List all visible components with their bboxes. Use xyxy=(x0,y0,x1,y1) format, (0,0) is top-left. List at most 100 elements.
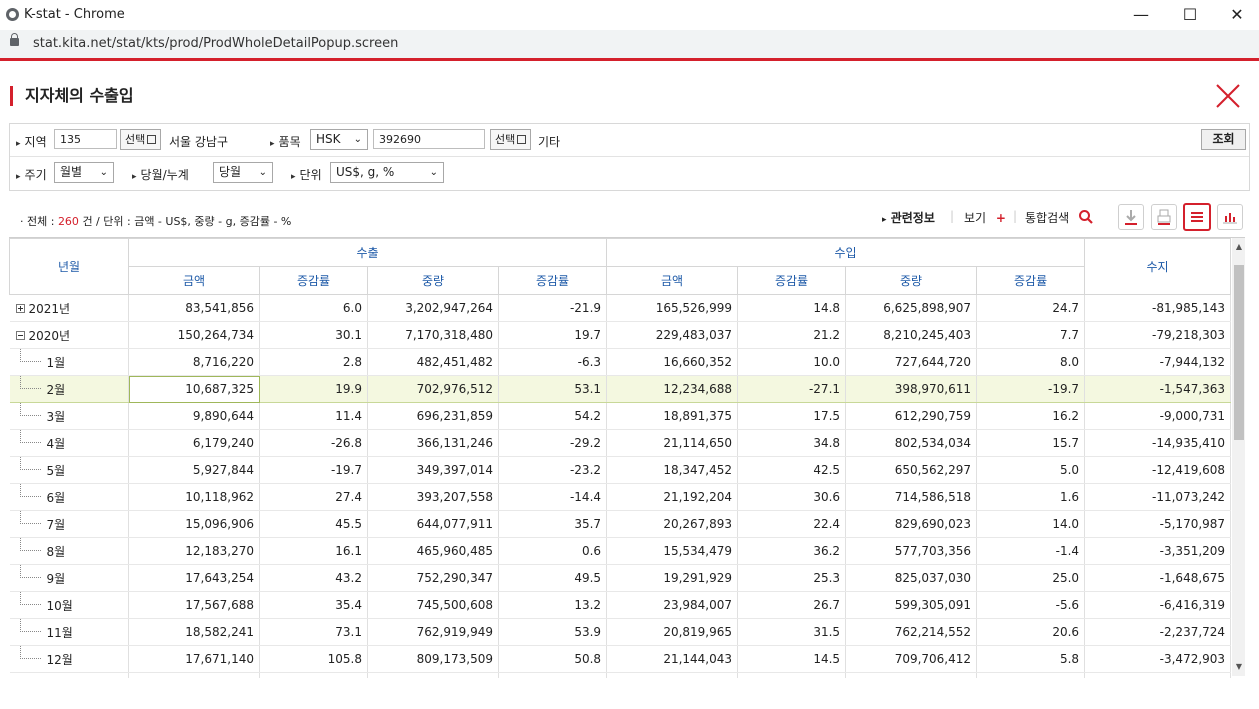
cell-ex-g1[interactable]: 2.8 xyxy=(259,348,368,376)
cell-bal[interactable]: -9,000,731 xyxy=(1084,402,1232,430)
related-info-link[interactable]: ▸ 관련정보 xyxy=(882,209,935,226)
cell-year-month[interactable]: 12월 xyxy=(9,645,129,673)
table-row[interactable]: 1월 8,716,220 2.8 482,451,482 -6.3 16,660,352 1… xyxy=(9,348,1232,376)
cell-im-amt[interactable]: 15,534,479 xyxy=(606,537,739,565)
unit-select[interactable]: US$, g, % ⌄ xyxy=(330,162,444,183)
cell-im-g2[interactable]: -19.7 xyxy=(976,375,1086,403)
cell-year-month[interactable]: 11월 xyxy=(9,618,129,646)
scroll-down-icon[interactable]: ▼ xyxy=(1234,662,1244,671)
cell-im-wt[interactable]: 7,624,780,359 xyxy=(845,672,978,678)
cell-year-month[interactable]: 5월 xyxy=(9,456,129,484)
cell-im-amt[interactable]: 19,291,929 xyxy=(606,564,739,592)
cell-ex-wt[interactable]: 745,500,608 xyxy=(367,591,499,619)
cell-im-wt[interactable]: 802,534,034 xyxy=(845,429,978,457)
url-text[interactable]: stat.kita.net/stat/kts/prod/ProdWholeDet… xyxy=(33,36,398,51)
cell-year-month[interactable]: 7월 xyxy=(9,510,129,538)
table-row[interactable]: 2021년 83,541,856 6.0 3,202,947,264 -21.9 165,… xyxy=(9,294,1232,322)
cell-im-wt[interactable]: 577,703,356 xyxy=(845,537,978,565)
cell-im-g2[interactable]: 16.2 xyxy=(976,402,1086,430)
address-bar[interactable]: stat.kita.net/stat/kts/prod/ProdWholeDet… xyxy=(0,30,1259,58)
cell-ex-wt[interactable]: 349,397,014 xyxy=(367,456,499,484)
cell-im-wt[interactable]: 825,037,030 xyxy=(845,564,978,592)
cell-bal[interactable]: -2,237,724 xyxy=(1084,618,1232,646)
table-row[interactable]: 2020년 150,264,734 30.1 7,170,318,480 19.7 229… xyxy=(9,321,1232,349)
cell-ex-amt[interactable]: 17,567,688 xyxy=(128,591,260,619)
view-link[interactable]: 보기 + xyxy=(964,209,1006,226)
cell-ex-g2[interactable]: -23.2 xyxy=(498,456,608,484)
cell-ex-g1[interactable]: 16.8 xyxy=(259,672,368,678)
cell-im-g2[interactable]: 20.6 xyxy=(976,618,1086,646)
cell-im-g1[interactable]: 42.5 xyxy=(737,456,847,484)
cell-im-amt[interactable]: 189,362,387 xyxy=(606,672,739,678)
cell-im-wt[interactable]: 762,214,552 xyxy=(845,618,978,646)
cell-im-g2[interactable]: 14.0 xyxy=(976,510,1086,538)
cell-im-g1[interactable]: -27.1 xyxy=(737,375,847,403)
cell-ex-g2[interactable]: 53.1 xyxy=(498,375,608,403)
header-export-weight-growth[interactable]: 증감률 xyxy=(497,266,608,295)
cell-ex-g1[interactable]: 6.0 xyxy=(259,294,368,322)
cell-im-g2[interactable]: 5.0 xyxy=(976,456,1086,484)
cell-ex-g1[interactable]: 73.1 xyxy=(259,618,368,646)
cell-im-g2[interactable]: 7.7 xyxy=(976,321,1086,349)
cell-ex-amt[interactable]: 9,890,644 xyxy=(128,402,260,430)
cell-year-month[interactable]: 2021년 xyxy=(9,294,129,322)
cell-im-wt[interactable]: 714,586,518 xyxy=(845,483,978,511)
cell-ex-amt[interactable]: 5,927,844 xyxy=(128,456,260,484)
cell-im-g1[interactable]: 0.6 xyxy=(737,672,847,678)
cell-ex-g2[interactable]: 0.6 xyxy=(498,537,608,565)
cell-ex-g1[interactable]: 45.5 xyxy=(259,510,368,538)
cell-year-month[interactable]: 4월 xyxy=(9,429,129,457)
cell-year-month[interactable]: 9월 xyxy=(9,564,129,592)
cell-ex-wt[interactable]: 762,919,949 xyxy=(367,618,499,646)
cell-ex-amt[interactable]: 10,118,962 xyxy=(128,483,260,511)
cell-im-amt[interactable]: 12,234,688 xyxy=(606,375,739,403)
cell-ex-g2[interactable]: 7.7 xyxy=(498,672,608,678)
cell-ex-g1[interactable]: 43.2 xyxy=(259,564,368,592)
cell-im-g1[interactable]: 10.0 xyxy=(737,348,847,376)
header-import-weight-growth[interactable]: 증감률 xyxy=(976,266,1086,295)
cell-ex-g2[interactable]: -14.4 xyxy=(498,483,608,511)
cell-im-g2[interactable]: -1.4 xyxy=(976,537,1086,565)
cell-im-amt[interactable]: 21,192,204 xyxy=(606,483,739,511)
cell-ex-g1[interactable]: 19.9 xyxy=(259,375,368,403)
cell-ex-wt[interactable]: 366,131,246 xyxy=(367,429,499,457)
cell-im-wt[interactable]: 6,625,898,907 xyxy=(845,294,978,322)
header-export-weight[interactable]: 중량 xyxy=(367,266,499,295)
cell-ex-wt[interactable]: 702,976,512 xyxy=(367,375,499,403)
cell-bal[interactable]: -5,170,987 xyxy=(1084,510,1232,538)
table-row[interactable]: 6월 10,118,962 27.4 393,207,558 -14.4 21,192,2… xyxy=(9,483,1232,511)
cell-im-g1[interactable]: 25.3 xyxy=(737,564,847,592)
cell-year-month[interactable]: 2월 xyxy=(9,375,129,403)
table-row[interactable]: 8월 12,183,270 16.1 465,960,485 0.6 15,534,479… xyxy=(9,537,1232,565)
cell-ex-g1[interactable]: 27.4 xyxy=(259,483,368,511)
table-row[interactable]: 9월 17,643,254 43.2 752,290,347 49.5 19,291,92… xyxy=(9,564,1232,592)
product-code-input[interactable]: 392690 xyxy=(373,129,485,149)
cell-ex-g2[interactable]: -6.3 xyxy=(498,348,608,376)
accum-select[interactable]: 당월 ⌄ xyxy=(213,162,273,183)
cell-im-wt[interactable]: 829,690,023 xyxy=(845,510,978,538)
region-select-button[interactable]: 선택 xyxy=(120,129,162,150)
cell-bal[interactable]: -3,351,209 xyxy=(1084,537,1232,565)
product-type-select[interactable]: HSK ⌄ xyxy=(310,129,368,150)
cell-im-g2[interactable]: 24.7 xyxy=(976,294,1086,322)
cell-im-wt[interactable]: 650,562,297 xyxy=(845,456,978,484)
search-button[interactable]: 조회 xyxy=(1201,129,1246,150)
cell-im-g2[interactable]: 5.8 xyxy=(976,645,1086,673)
cell-bal[interactable]: -6,416,319 xyxy=(1084,591,1232,619)
cell-year-month[interactable]: 8월 xyxy=(9,537,129,565)
cell-ex-g2[interactable]: -21.9 xyxy=(498,294,608,322)
cell-ex-g1[interactable]: 11.4 xyxy=(259,402,368,430)
header-import-growth[interactable]: 증감률 xyxy=(737,266,847,295)
table-row[interactable]: 2019년115,523,32816.85,989,131,7857.7189,… xyxy=(9,672,1232,678)
cell-bal[interactable]: -7,944,132 xyxy=(1084,348,1232,376)
integrated-search-link[interactable]: 통합검색 xyxy=(1025,209,1069,226)
cell-ex-amt[interactable]: 12,183,270 xyxy=(128,537,260,565)
cell-ex-wt[interactable]: 3,202,947,264 xyxy=(367,294,499,322)
cell-ex-amt[interactable]: 6,179,240 xyxy=(128,429,260,457)
table-row[interactable]: 12월 17,671,140 105.8 809,173,509 50.8 21,144,… xyxy=(9,645,1232,673)
cell-bal[interactable]: -1,648,675 xyxy=(1084,564,1232,592)
table-row[interactable]: 11월 18,582,241 73.1 762,919,949 53.9 20,819,9… xyxy=(9,618,1232,646)
cell-ex-g1[interactable]: 105.8 xyxy=(259,645,368,673)
cell-ex-amt[interactable]: 83,541,856 xyxy=(128,294,260,322)
table-row[interactable]: 3월 9,890,644 11.4 696,231,859 54.2 18,891,375… xyxy=(9,402,1232,430)
